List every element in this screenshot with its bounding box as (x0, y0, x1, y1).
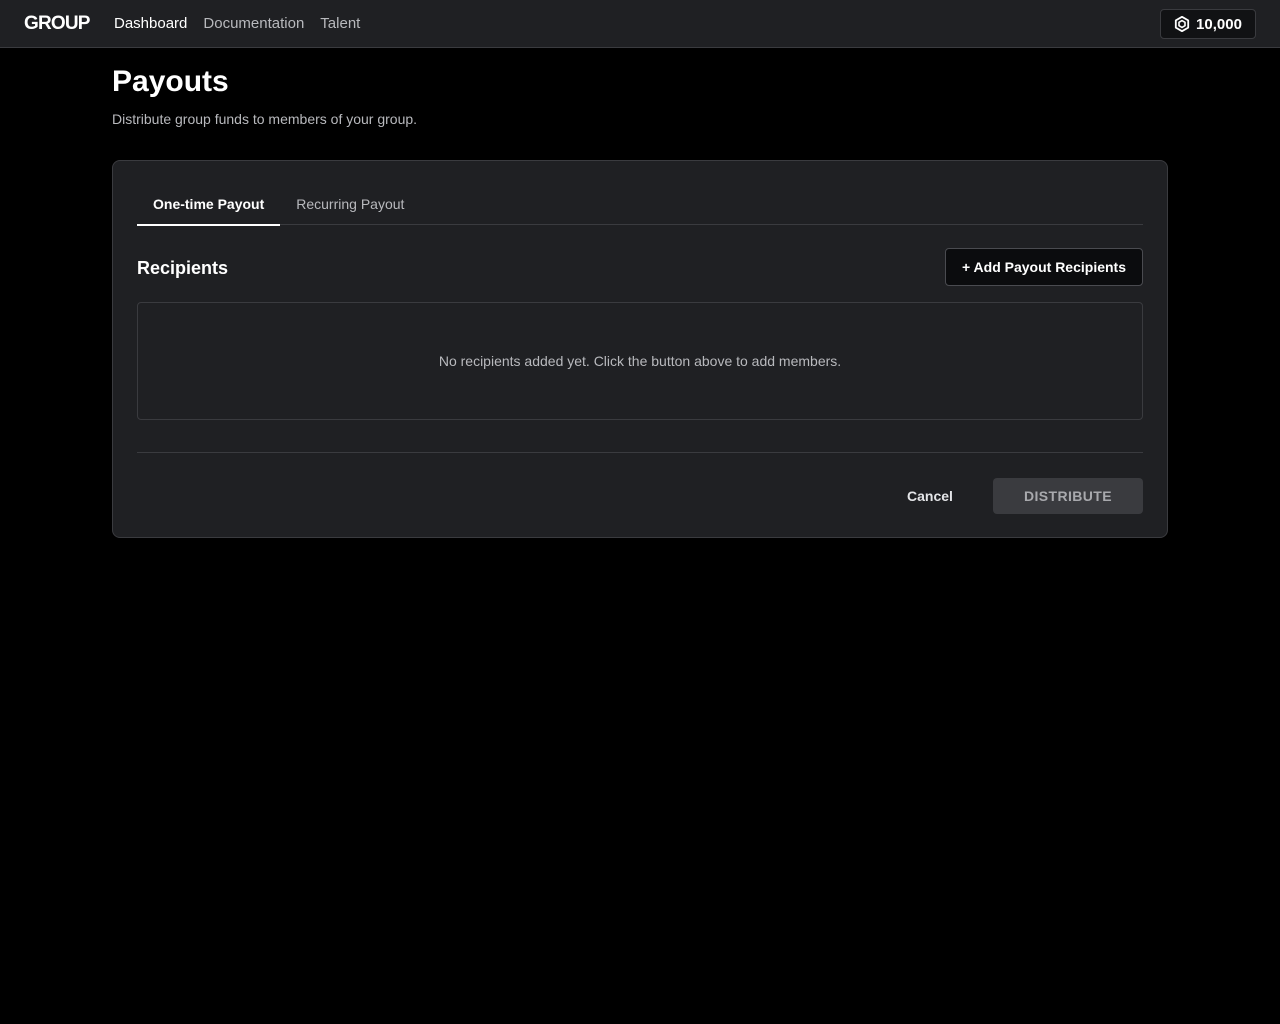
tab-one-time-payout[interactable]: One-time Payout (137, 185, 281, 226)
top-navigation-bar: GROUP Dashboard Documentation Talent 10,… (0, 0, 1280, 48)
tab-recurring-payout[interactable]: Recurring Payout (280, 185, 420, 225)
robux-balance-button[interactable]: 10,000 (1160, 9, 1256, 39)
brand-logo[interactable]: GROUP (24, 12, 90, 36)
payout-tabs: One-time Payout Recurring Payout (137, 185, 1143, 226)
recipients-heading: Recipients (137, 258, 229, 278)
balance-amount: 10,000 (1196, 15, 1242, 33)
page-subtitle: Distribute group funds to members of you… (112, 111, 418, 127)
nav-link-dashboard[interactable]: Dashboard (114, 14, 187, 34)
robux-icon (1174, 16, 1190, 32)
distribute-button[interactable]: DISTRIBUTE (993, 478, 1143, 514)
main-nav: Dashboard Documentation Talent (114, 14, 360, 34)
add-payout-recipients-button[interactable]: + Add Payout Recipients (944, 248, 1143, 286)
nav-link-talent[interactable]: Talent (320, 14, 360, 34)
empty-state-message: No recipients added yet. Click the butto… (438, 353, 842, 369)
card-divider (137, 452, 1143, 453)
payout-card: One-time Payout Recurring Payout Recipie… (112, 160, 1168, 538)
nav-link-documentation[interactable]: Documentation (203, 14, 304, 34)
recipients-empty-state: No recipients added yet. Click the butto… (137, 302, 1143, 420)
page-title: Payouts (112, 65, 229, 98)
cancel-button[interactable]: Cancel (891, 478, 969, 514)
